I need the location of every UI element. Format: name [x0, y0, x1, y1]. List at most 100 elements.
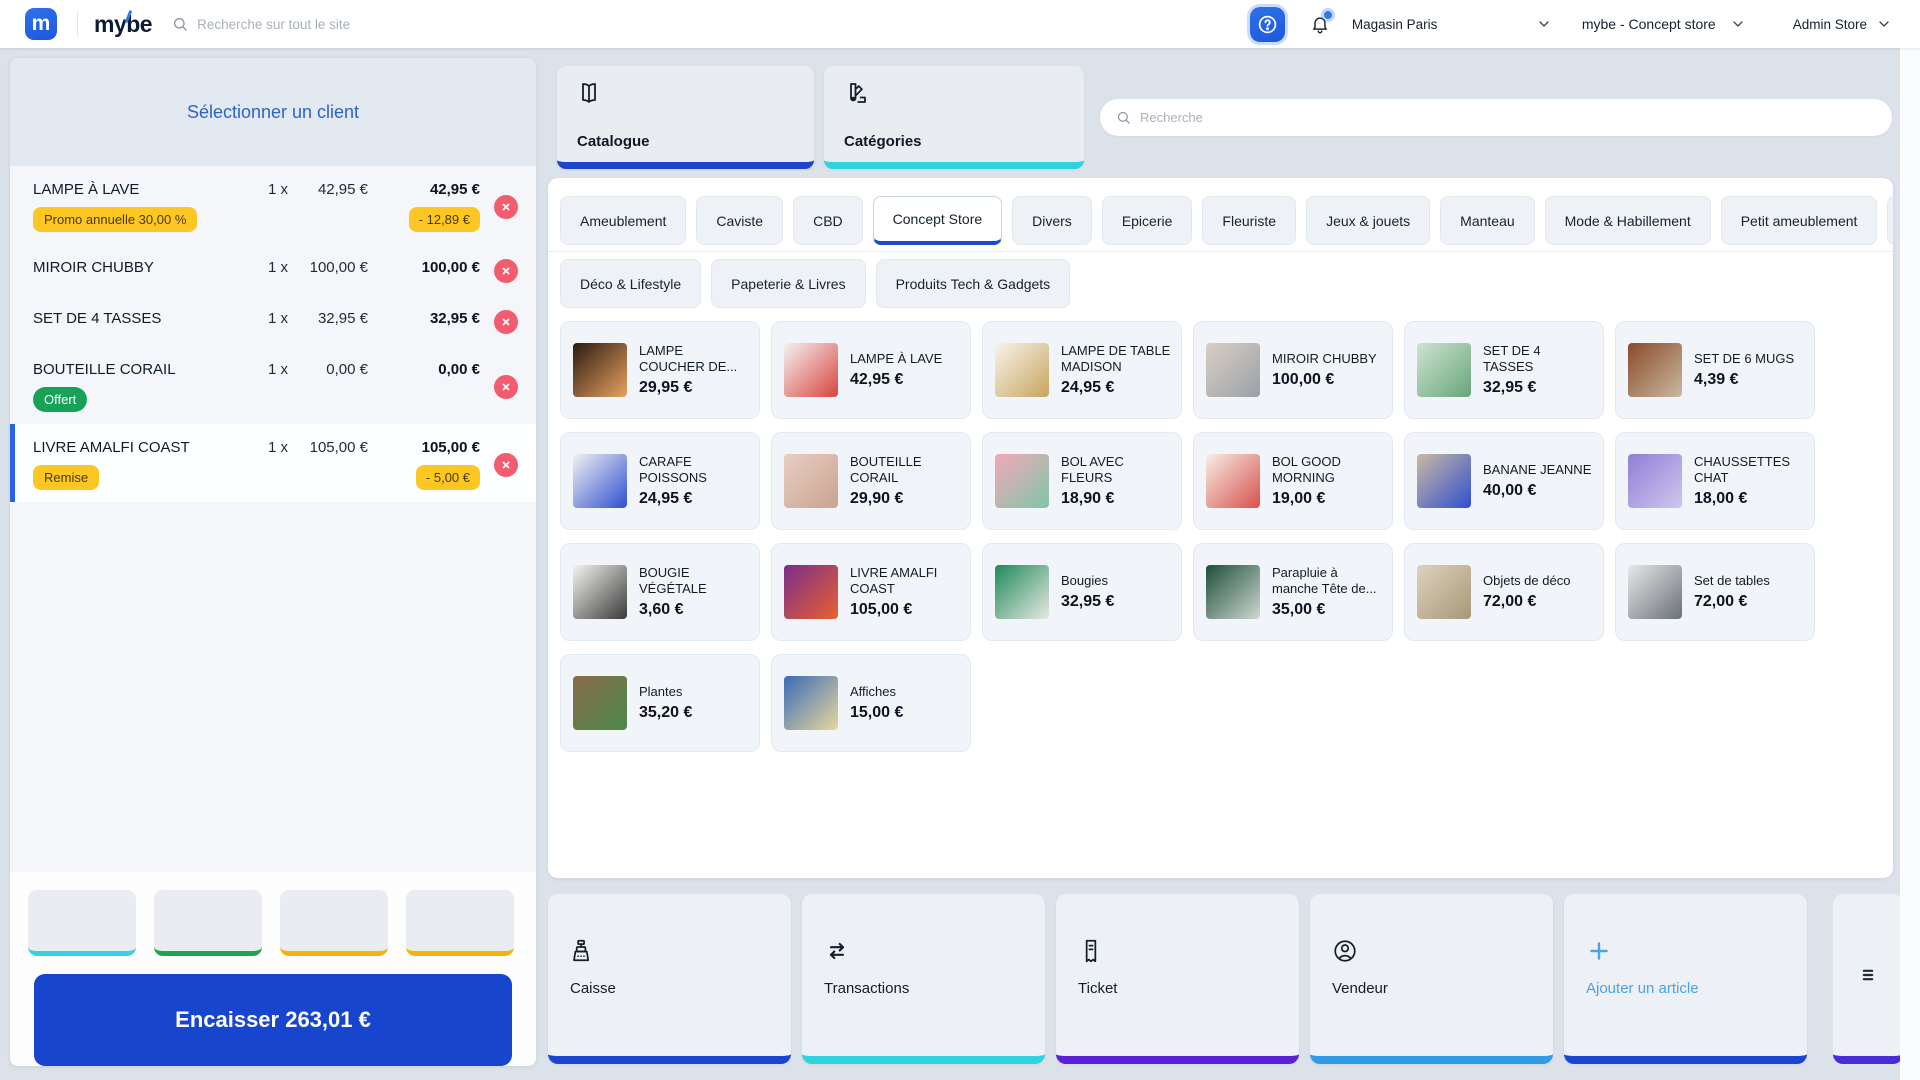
top-bar: m mybe Magasin Paris mybe - Concept stor…: [0, 0, 1920, 48]
product-card[interactable]: Parapluie à manche Tête de... 35,00 €: [1193, 543, 1393, 641]
cart-item-row[interactable]: SET DE 4 TASSES 1 x 32,95 € 32,95 €: [10, 295, 536, 346]
product-image: [995, 565, 1049, 619]
nav-card[interactable]: Caisse: [548, 894, 791, 1064]
product-card[interactable]: BOUGIE VÉGÉTALE 3,60 €: [560, 543, 760, 641]
cart-item-name: BOUTEILLE CORAIL: [33, 361, 250, 378]
product-card[interactable]: BANANE JEANNE 40,00 €: [1404, 432, 1604, 530]
product-card[interactable]: MIROIR CHUBBY 100,00 €: [1193, 321, 1393, 419]
category-chip[interactable]: Manteau: [1440, 196, 1534, 245]
product-card[interactable]: BOUTEILLE CORAIL 29,90 €: [771, 432, 971, 530]
product-name: BOL AVEC FLEURS: [1061, 454, 1171, 486]
category-chip[interactable]: Mode & Habillement: [1545, 196, 1711, 245]
product-card[interactable]: CARAFE POISSONS 24,95 €: [560, 432, 760, 530]
category-chip[interactable]: Vapotes: [1887, 196, 1893, 245]
remove-item-button[interactable]: [494, 259, 518, 283]
nav-card[interactable]: Ajouter un article: [1564, 894, 1807, 1064]
chevron-down-icon: [1536, 16, 1552, 32]
select-client-button[interactable]: Sélectionner un client: [10, 58, 536, 166]
category-chip[interactable]: Petit ameublement: [1721, 196, 1878, 245]
product-card[interactable]: SET DE 4 TASSES 32,95 €: [1404, 321, 1604, 419]
cart-action-button[interactable]: [280, 890, 388, 956]
nav-label: Transactions: [824, 980, 909, 997]
product-card[interactable]: Set de tables 72,00 €: [1615, 543, 1815, 641]
cart-action-button[interactable]: [406, 890, 514, 956]
transfer-arrows-icon: [824, 938, 850, 964]
category-chip[interactable]: CBD: [793, 196, 863, 245]
category-chips-row-2: Déco & LifestylePapeterie & LivresProdui…: [560, 259, 1881, 308]
tab-catalogue[interactable]: Catalogue: [557, 66, 814, 169]
category-chip[interactable]: Divers: [1012, 196, 1092, 245]
person-circle-icon: [1332, 938, 1358, 964]
checkout-button[interactable]: Encaisser 263,01 €: [34, 974, 512, 1066]
product-price: 42,95 €: [850, 371, 942, 389]
search-icon: [172, 16, 188, 32]
nav-label: Ajouter un article: [1586, 980, 1699, 997]
product-card[interactable]: Affiches 15,00 €: [771, 654, 971, 752]
category-chip[interactable]: Caviste: [696, 196, 783, 245]
remove-item-button[interactable]: [494, 453, 518, 477]
product-image: [1206, 454, 1260, 508]
category-chip[interactable]: Papeterie & Livres: [711, 259, 865, 308]
scrollbar-track[interactable]: [1900, 48, 1920, 1080]
catalog-search-input[interactable]: [1140, 110, 1876, 125]
product-name: Plantes: [639, 684, 692, 700]
product-card[interactable]: Plantes 35,20 €: [560, 654, 760, 752]
cart-item-row[interactable]: MIROIR CHUBBY 1 x 100,00 € 100,00 €: [10, 244, 536, 295]
product-card[interactable]: Bougies 32,95 €: [982, 543, 1182, 641]
store-name: Magasin Paris: [1352, 17, 1438, 32]
category-chip[interactable]: Fleuriste: [1202, 196, 1296, 245]
cart-action-button[interactable]: [28, 890, 136, 956]
category-chip[interactable]: Concept Store: [873, 196, 1003, 245]
product-price: 40,00 €: [1483, 482, 1591, 500]
product-image: [1417, 343, 1471, 397]
category-chip[interactable]: Produits Tech & Gadgets: [876, 259, 1071, 308]
help-button[interactable]: [1250, 7, 1285, 42]
tab-categories[interactable]: Catégories: [824, 66, 1084, 169]
nav-card[interactable]: Ticket: [1056, 894, 1299, 1064]
product-card[interactable]: BOL AVEC FLEURS 18,90 €: [982, 432, 1182, 530]
product-image: [1206, 565, 1260, 619]
store-selector[interactable]: Magasin Paris: [1352, 16, 1552, 32]
category-chip[interactable]: Epicerie: [1102, 196, 1193, 245]
product-card[interactable]: SET DE 6 MUGS 4,39 €: [1615, 321, 1815, 419]
cart-items[interactable]: LAMPE À LAVE 1 x 42,95 € 42,95 € Promo a…: [10, 166, 536, 872]
product-card[interactable]: BOL GOOD MORNING 19,00 €: [1193, 432, 1393, 530]
product-image: [1417, 565, 1471, 619]
register-name: mybe - Concept store: [1582, 16, 1716, 32]
cart-item-unit-price: 42,95 €: [288, 181, 368, 198]
nav-label: Ticket: [1078, 980, 1117, 997]
product-card[interactable]: CHAUSSETTES CHAT 18,00 €: [1615, 432, 1815, 530]
remove-item-button[interactable]: [494, 310, 518, 334]
more-menu-button[interactable]: [1833, 894, 1903, 1064]
category-chip[interactable]: Déco & Lifestyle: [560, 259, 701, 308]
product-card[interactable]: LAMPE DE TABLE MADISON 24,95 €: [982, 321, 1182, 419]
product-image: [573, 565, 627, 619]
product-card[interactable]: Objets de déco 72,00 €: [1404, 543, 1604, 641]
product-card[interactable]: LIVRE AMALFI COAST 105,00 €: [771, 543, 971, 641]
cart-action-button[interactable]: [154, 890, 262, 956]
cash-register-icon: [570, 938, 596, 964]
remove-item-button[interactable]: [494, 195, 518, 219]
product-grid: LAMPE COUCHER DE... 29,95 € LAMPE À LAVE…: [560, 321, 1881, 752]
cart-item-row[interactable]: LAMPE À LAVE 1 x 42,95 € 42,95 € Promo a…: [10, 166, 536, 244]
nav-card[interactable]: Transactions: [802, 894, 1045, 1064]
notifications-button[interactable]: [1310, 14, 1330, 34]
register-selector[interactable]: mybe - Concept store: [1582, 16, 1746, 32]
user-menu[interactable]: Admin Store: [1784, 16, 1892, 32]
category-chip[interactable]: Ameublement: [560, 196, 686, 245]
app-logo[interactable]: m: [25, 8, 57, 40]
product-name: SET DE 4 TASSES: [1483, 343, 1593, 375]
remove-item-button[interactable]: [494, 375, 518, 399]
cart-item-row[interactable]: LIVRE AMALFI COAST 1 x 105,00 € 105,00 €…: [10, 424, 536, 502]
category-chips-row-1: AmeublementCavisteCBDConcept StoreDivers…: [560, 196, 1881, 245]
nav-card[interactable]: Vendeur: [1310, 894, 1553, 1064]
category-chip[interactable]: Jeux & jouets: [1306, 196, 1430, 245]
product-name: MIROIR CHUBBY: [1272, 351, 1377, 367]
product-card[interactable]: LAMPE À LAVE 42,95 €: [771, 321, 971, 419]
product-price: 4,39 €: [1694, 371, 1794, 389]
product-name: LIVRE AMALFI COAST: [850, 565, 960, 597]
product-card[interactable]: LAMPE COUCHER DE... 29,95 €: [560, 321, 760, 419]
product-image: [995, 454, 1049, 508]
global-search-input[interactable]: [197, 17, 497, 32]
cart-item-row[interactable]: BOUTEILLE CORAIL 1 x 0,00 € 0,00 € Offer…: [10, 346, 536, 424]
